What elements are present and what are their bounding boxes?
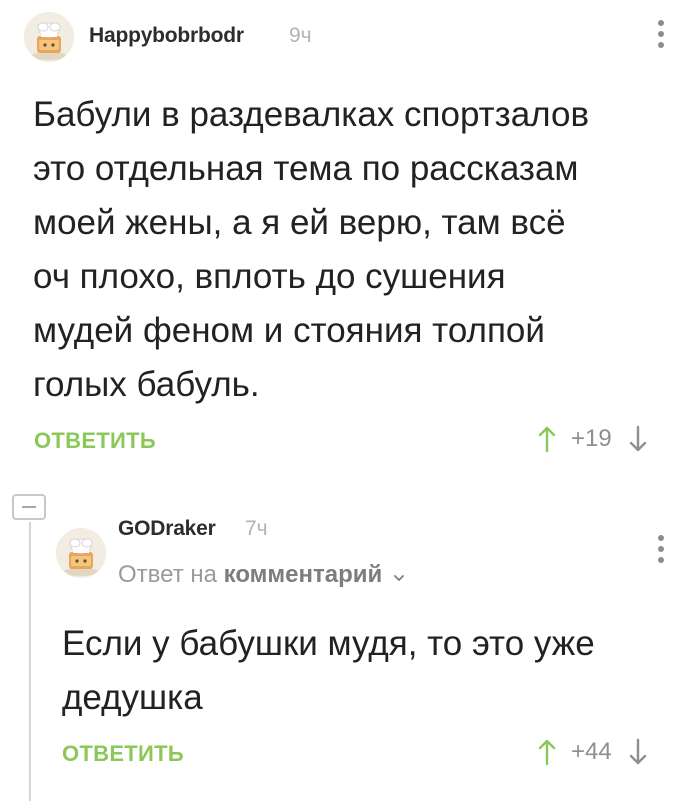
avatar[interactable] xyxy=(56,528,106,578)
comment-text-line: Бабули в раздевалках спортзалов xyxy=(33,95,590,134)
upvote-arrow-icon[interactable] xyxy=(537,737,557,767)
comment-rating: +19 xyxy=(571,425,612,452)
downvote-arrow-icon[interactable] xyxy=(628,737,648,767)
more-options-icon[interactable] xyxy=(655,535,667,569)
more-options-icon[interactable] xyxy=(655,20,667,54)
reply-to-link[interactable]: комментарий xyxy=(224,561,383,588)
reply-button[interactable]: ОТВЕТИТЬ xyxy=(34,428,156,454)
downvote-arrow-icon[interactable] xyxy=(628,424,648,454)
reply-time: 7ч xyxy=(245,517,268,540)
reply-button[interactable]: ОТВЕТИТЬ xyxy=(62,741,184,767)
reply-text-line: Если у бабушки мудя, то это уже xyxy=(62,624,595,663)
reply-to-prefix: Ответ на xyxy=(118,561,217,588)
thread-line[interactable] xyxy=(29,522,31,801)
reply-username[interactable]: GODraker xyxy=(118,517,216,541)
collapse-thread-button[interactable] xyxy=(12,494,46,520)
comment-text-line: это отдельная тема по рассказам xyxy=(33,149,579,188)
upvote-arrow-icon[interactable] xyxy=(537,424,557,454)
reply-rating: +44 xyxy=(571,738,612,765)
reply-text-line: дедушка xyxy=(62,678,203,717)
comment-text-line: голых бабуль. xyxy=(33,365,260,404)
reply-text: Если у бабушки мудя, то это уже дедушка xyxy=(62,617,692,725)
comment-text: Бабули в раздевалках спортзалов это отде… xyxy=(33,88,683,412)
comment-text-line: мудей феном и стояния толпой xyxy=(33,311,545,350)
avatar[interactable] xyxy=(24,12,74,62)
comment-text-line: моей жены, а я ей верю, там всё xyxy=(33,203,566,242)
comment-text-line: оч плохо, вплоть до сушения xyxy=(33,257,506,296)
reply-to-info: Ответ на комментарий xyxy=(118,561,405,590)
comment-username[interactable]: Happybobrbodr xyxy=(89,24,244,48)
default-avatar-icon xyxy=(56,528,106,578)
vote-controls: +44 xyxy=(537,737,648,767)
comment-time: 9ч xyxy=(289,24,312,47)
chevron-down-icon[interactable] xyxy=(393,562,405,590)
default-avatar-icon xyxy=(24,12,74,62)
vote-controls: +19 xyxy=(537,424,648,454)
